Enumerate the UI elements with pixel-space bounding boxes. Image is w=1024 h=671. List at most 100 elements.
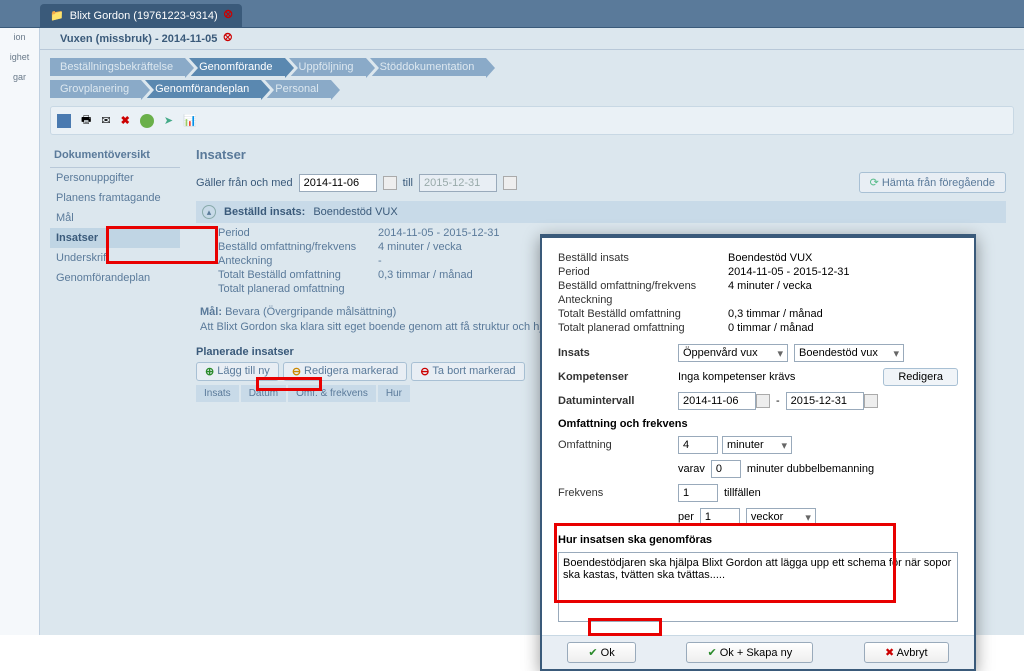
insats-label: Insats [558, 347, 678, 359]
delete-icon[interactable]: ✖ [121, 114, 130, 127]
step-bestallning[interactable]: Beställningsbekräftelse [50, 58, 185, 76]
ok-button[interactable]: ✔ Ok [567, 642, 635, 663]
patient-tab[interactable]: 📁 Blixt Gordon (19761223-9314) ⮾ [40, 4, 242, 27]
tpo-label: Totalt planerad omfattning [218, 283, 378, 295]
omf-number-input[interactable] [678, 436, 718, 454]
toolbar: 🖶 ✉ ✖ ➤ 📊 [50, 106, 1014, 135]
substep-plan[interactable]: Genomförandeplan [145, 80, 261, 98]
m-a-k: Anteckning [558, 294, 728, 306]
frek-label: Frekvens [558, 487, 678, 499]
hur-heading: Hur insatsen ska genomföras [558, 534, 958, 546]
omf-label: Omfattning [558, 439, 678, 451]
workflow-nav: Beställningsbekräftelse Genomförande Upp… [50, 58, 1014, 76]
sidebar-item-planens[interactable]: Planens framtagande [50, 188, 180, 208]
komp-label: Kompetenser [558, 371, 678, 383]
sidebar-item-insatser[interactable]: Insatser [50, 228, 180, 248]
omf-heading: Omfattning och frekvens [558, 418, 958, 430]
m-bi-k: Beställd insats [558, 252, 728, 264]
ok-new-button[interactable]: ✔ Ok + Skapa ny [686, 642, 813, 663]
till-label: till [403, 177, 413, 189]
period-value: 2014-11-05 - 2015-12-31 [378, 227, 500, 239]
arrow-icon[interactable]: ➤ [164, 114, 173, 127]
frek-input[interactable] [678, 484, 718, 502]
varav-label: varav [678, 463, 705, 475]
rail-item[interactable]: ion [13, 32, 25, 42]
m-tbo-k: Totalt Beställd omfattning [558, 308, 728, 320]
substep-personal[interactable]: Personal [265, 80, 330, 98]
note-value: - [378, 255, 382, 267]
sidebar-item-personuppgifter[interactable]: Personuppgifter [50, 168, 180, 188]
edit-icon: ⊖ [292, 365, 301, 378]
m-tpo-v: 0 timmar / månad [728, 322, 814, 334]
m-tbo-v: 0,3 timmar / månad [728, 308, 823, 320]
tbo-label: Totalt Beställd omfattning [218, 269, 378, 281]
step-stoddok[interactable]: Stöddokumentation [370, 58, 487, 76]
edit-kompetenser-button[interactable]: Redigera [883, 368, 958, 386]
varav-input[interactable] [711, 460, 741, 478]
calendar-icon[interactable] [756, 394, 770, 408]
bof-value: 4 minuter / vecka [378, 241, 462, 253]
dt-to-input[interactable] [786, 392, 864, 410]
refresh-icon[interactable] [140, 114, 154, 128]
m-bof-k: Beställd omfattning/frekvens [558, 280, 728, 292]
ordered-label: Beställd insats: [224, 206, 305, 218]
step-genomforande[interactable]: Genomförande [189, 58, 284, 76]
col-insats[interactable]: Insats [196, 385, 239, 402]
print-icon[interactable]: 🖶 [81, 111, 91, 130]
rail-item[interactable]: gar [13, 72, 26, 82]
folder-icon: 📁 [50, 9, 64, 22]
sidebar-item-underskrift[interactable]: Underskrift [50, 248, 180, 268]
goal-label: Mål: [200, 306, 222, 318]
cancel-button[interactable]: ✖ Avbryt [864, 642, 949, 663]
col-hur[interactable]: Hur [378, 385, 410, 402]
calendar-icon[interactable] [864, 394, 878, 408]
edit-button[interactable]: ⊖Redigera markerad [283, 362, 407, 381]
breadcrumb[interactable]: Vuxen (missbruk) - 2014-11-05 [60, 33, 217, 45]
fetch-previous-button[interactable]: Hämta från föregående [859, 172, 1006, 193]
collapse-toggle-icon[interactable]: ▴ [202, 205, 216, 219]
chart-icon[interactable]: 📊 [183, 114, 197, 127]
sidebar-title: Dokumentöversikt [50, 143, 180, 168]
dt-from-input[interactable] [678, 392, 756, 410]
m-p-v: 2014-11-05 - 2015-12-31 [728, 266, 850, 278]
calendar-icon [503, 176, 517, 190]
col-datum[interactable]: Datum [241, 385, 286, 402]
calendar-icon[interactable] [383, 176, 397, 190]
m-tpo-k: Totalt planerad omfattning [558, 322, 728, 334]
step-uppfoljning[interactable]: Uppföljning [289, 58, 366, 76]
omf-unit-select[interactable]: minuter [722, 436, 792, 454]
bof-label: Beställd omfattning/frekvens [218, 241, 378, 253]
per-input[interactable] [700, 508, 740, 526]
sidebar-item-genomforandeplan[interactable]: Genomförandeplan [50, 268, 180, 288]
page-title: Insatser [196, 147, 1006, 162]
insats-select-2[interactable]: Boendestöd vux [794, 344, 904, 362]
period-label: Period [218, 227, 378, 239]
sidebar-item-mal[interactable]: Mål [50, 208, 180, 228]
per-unit-select[interactable]: veckor [746, 508, 816, 526]
goal-sub: Bevara (Övergripande målsättning) [225, 306, 396, 318]
note-label: Anteckning [218, 255, 378, 267]
substep-grov[interactable]: Grovplanering [50, 80, 141, 98]
doc-sidebar: Dokumentöversikt Personuppgifter Planens… [50, 143, 180, 406]
from-date-input[interactable] [299, 174, 377, 192]
to-date-input [419, 174, 497, 192]
close-icon[interactable]: ⮾ [223, 32, 232, 45]
plus-icon: ⊕ [205, 365, 214, 378]
dt-label: Datumintervall [558, 395, 678, 407]
col-omf[interactable]: Omf. & frekvens [288, 385, 376, 402]
rail-item[interactable]: ighet [10, 52, 30, 62]
insats-select-1[interactable]: Öppenvård vux [678, 344, 788, 362]
save-icon[interactable] [57, 114, 71, 128]
add-button[interactable]: ⊕Lägg till ny [196, 362, 279, 381]
mail-icon[interactable]: ✉ [101, 114, 110, 127]
varav-text: minuter dubbelbemanning [747, 463, 874, 475]
subnav: Grovplanering Genomförandeplan Personal [50, 80, 1014, 98]
ordered-value: Boendestöd VUX [313, 206, 397, 218]
tbo-value: 0,3 timmar / månad [378, 269, 473, 281]
delete-button[interactable]: ⊖Ta bort markerad [411, 362, 524, 381]
komp-value: Inga kompetenser krävs [678, 371, 873, 383]
m-bi-v: Boendestöd VUX [728, 252, 812, 264]
close-icon[interactable]: ⮾ [224, 9, 233, 22]
hur-textarea[interactable] [558, 552, 958, 622]
patient-tab-label: Blixt Gordon (19761223-9314) [70, 10, 218, 22]
